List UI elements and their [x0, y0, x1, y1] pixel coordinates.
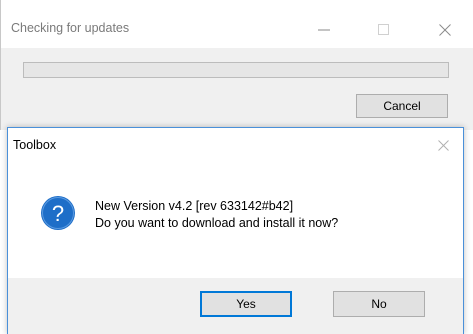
dialog-message-line1: New Version v4.2 [rev 633142#b42]	[95, 199, 294, 213]
dialog-message: New Version v4.2 [rev 633142#b42] Do you…	[95, 198, 338, 232]
update-window: Checking for updates Cancel	[0, 0, 473, 130]
svg-text:?: ?	[52, 201, 64, 226]
update-window-title: Checking for updates	[11, 21, 130, 35]
dialog-footer: Yes No	[8, 278, 463, 334]
dialog-message-line2: Do you want to download and install it n…	[95, 216, 339, 230]
dialog-close-icon[interactable]	[430, 134, 456, 156]
maximize-icon[interactable]	[361, 12, 407, 48]
update-progress-bar	[23, 62, 449, 78]
minimize-icon[interactable]	[301, 12, 347, 48]
question-icon: ?	[41, 196, 75, 230]
yes-button[interactable]: Yes	[200, 291, 292, 317]
update-window-titlebar[interactable]: Checking for updates	[1, 0, 473, 48]
cancel-button[interactable]: Cancel	[356, 94, 448, 118]
toolbox-dialog: Toolbox ? New Version v4.2 [rev 633142#b…	[7, 127, 464, 334]
close-icon[interactable]	[422, 12, 468, 48]
dialog-title: Toolbox	[13, 138, 57, 152]
no-button[interactable]: No	[333, 291, 425, 317]
